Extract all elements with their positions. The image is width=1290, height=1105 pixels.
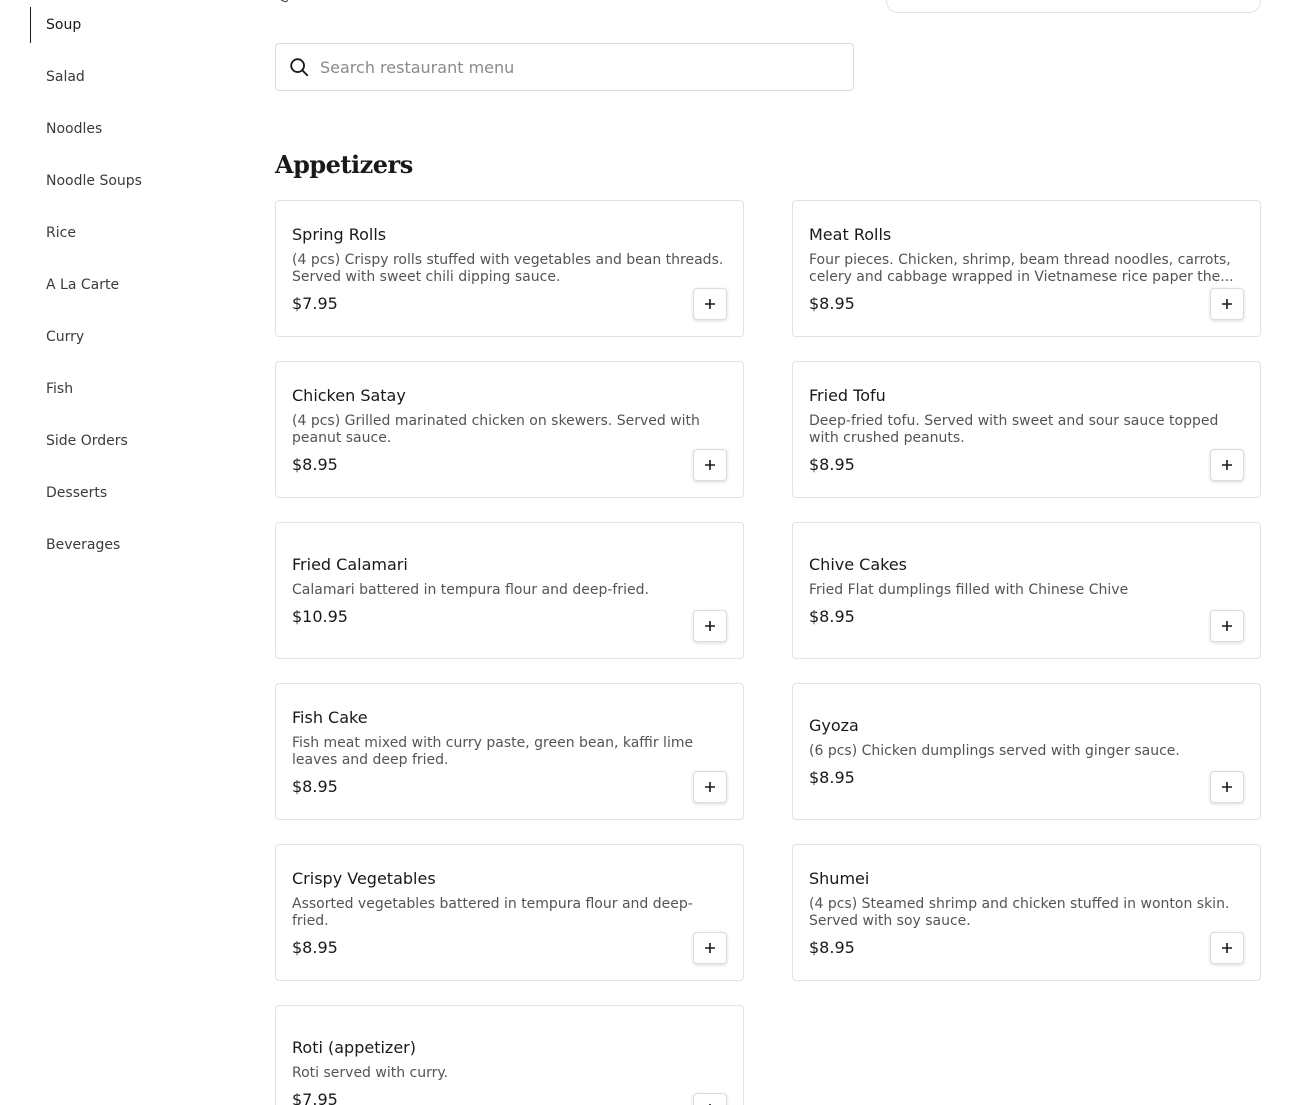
sidebar-item-label: Salad [46, 69, 85, 85]
item-price: $8.95 [292, 776, 338, 796]
info-card [886, 0, 1261, 13]
plus-icon [1222, 299, 1232, 309]
sidebar-item-beverages[interactable]: Beverages [30, 519, 230, 571]
add-item-button[interactable] [693, 449, 727, 481]
menu-item-card[interactable]: Roti (appetizer) Roti served with curry.… [275, 1005, 744, 1105]
sidebar-item-a-la-carte[interactable]: A La Carte [30, 259, 230, 311]
item-price: $7.95 [292, 1090, 338, 1105]
sidebar-item-rice[interactable]: Rice [30, 207, 230, 259]
item-description: Assorted vegetables battered in tempura … [292, 895, 693, 929]
menu-item-card[interactable]: Fish Cake Fish meat mixed with curry pas… [275, 683, 744, 820]
sidebar-item-label: Desserts [46, 485, 108, 501]
item-name: Fried Tofu [809, 385, 886, 405]
item-description: Four pieces. Chicken, shrimp, beam threa… [809, 251, 1234, 285]
plus-icon [1222, 943, 1232, 953]
sidebar-item-noodles[interactable]: Noodles [30, 103, 230, 155]
menu-grid: Spring Rolls (4 pcs) Crispy rolls stuffe… [275, 200, 1261, 1105]
phone-icon [280, 0, 289, 3]
menu-item-card[interactable]: Chicken Satay (4 pcs) Grilled marinated … [275, 361, 744, 498]
plus-icon [705, 782, 715, 792]
item-name: Fish Cake [292, 707, 368, 727]
item-description: Deep-fried tofu. Served with sweet and s… [809, 412, 1219, 446]
add-item-button[interactable] [1210, 932, 1244, 964]
plus-icon [705, 460, 715, 470]
item-description: (4 pcs) Grilled marinated chicken on ske… [292, 412, 700, 446]
item-name: Chicken Satay [292, 385, 406, 405]
sidebar-item-noodle-soups[interactable]: Noodle Soups [30, 155, 230, 207]
item-price: $8.95 [809, 293, 855, 313]
item-name: Fried Calamari [292, 555, 408, 574]
plus-icon [705, 299, 715, 309]
add-item-button[interactable] [693, 932, 727, 964]
plus-icon [1222, 621, 1232, 631]
plus-icon [705, 943, 715, 953]
sidebar-item-label: Rice [46, 225, 76, 241]
plus-icon [1222, 782, 1232, 792]
sidebar-item-label: Side Orders [46, 433, 128, 449]
search-icon [290, 58, 309, 77]
sidebar-item-desserts[interactable]: Desserts [30, 467, 230, 519]
item-price: $8.95 [809, 937, 855, 957]
item-description: (4 pcs) Steamed shrimp and chicken stuff… [809, 895, 1230, 929]
plus-icon [1222, 460, 1232, 470]
item-name: Chive Cakes [809, 555, 908, 574]
sidebar-item-curry[interactable]: Curry [30, 311, 230, 363]
item-name: Crispy Vegetables [292, 868, 436, 888]
add-item-button[interactable] [1210, 449, 1244, 481]
item-name: Gyoza [809, 716, 859, 735]
menu-item-card[interactable]: Shumei (4 pcs) Steamed shrimp and chicke… [792, 844, 1261, 981]
sidebar-item-soup[interactable]: Soup [30, 7, 230, 43]
contact-phone [276, 0, 290, 4]
menu-item-card[interactable]: Fried Tofu Deep-fried tofu. Served with … [792, 361, 1261, 498]
sidebar-item-label: Noodle Soups [46, 173, 142, 189]
sidebar-item-salad[interactable]: Salad [30, 51, 230, 103]
item-price: $8.95 [809, 454, 855, 474]
item-description: (6 pcs) Chicken dumplings served with gi… [809, 743, 1180, 759]
item-description: Roti served with curry. [292, 1065, 449, 1081]
plus-icon [705, 621, 715, 631]
sidebar-item-label: Curry [46, 329, 85, 345]
sidebar-item-side-orders[interactable]: Side Orders [30, 415, 230, 467]
section-title: Appetizers [275, 150, 413, 179]
add-item-button[interactable] [1210, 610, 1244, 642]
item-description: Fried Flat dumplings filled with Chinese… [809, 582, 1129, 598]
sidebar-item-label: Beverages [46, 537, 121, 553]
item-description: (4 pcs) Crispy rolls stuffed with vegeta… [292, 251, 724, 285]
add-item-button[interactable] [1210, 771, 1244, 803]
search-bar [275, 43, 854, 91]
item-price: $10.95 [292, 607, 348, 626]
item-price: $8.95 [292, 937, 338, 957]
sidebar-item-label: Noodles [46, 121, 103, 137]
add-item-button[interactable] [693, 1093, 727, 1105]
item-name: Shumei [809, 868, 870, 888]
item-name: Meat Rolls [809, 224, 892, 244]
add-item-button[interactable] [693, 771, 727, 803]
item-price: $8.95 [809, 768, 855, 787]
sidebar-item-label: A La Carte [46, 277, 120, 293]
menu-item-card[interactable]: Meat Rolls Four pieces. Chicken, shrimp,… [792, 200, 1261, 337]
search-input[interactable] [320, 57, 820, 77]
sidebar-item-fish[interactable]: Fish [30, 363, 230, 415]
sidebar-item-label: Fish [46, 381, 74, 397]
add-item-button[interactable] [693, 288, 727, 320]
item-description: Fish meat mixed with curry paste, green … [292, 734, 694, 768]
item-name: Spring Rolls [292, 224, 387, 244]
menu-item-card[interactable]: Chive Cakes Fried Flat dumplings filled … [792, 522, 1261, 659]
item-name: Roti (appetizer) [292, 1038, 416, 1057]
menu-item-card[interactable]: Crispy Vegetables Assorted vegetables ba… [275, 844, 744, 981]
menu-item-card[interactable]: Fried Calamari Calamari battered in temp… [275, 522, 744, 659]
category-sidebar: Soup Salad Noodles Noodle Soups Rice A L… [30, 7, 230, 571]
item-price: $8.95 [809, 607, 855, 626]
item-price: $7.95 [292, 293, 338, 313]
item-description: Calamari battered in tempura flour and d… [292, 582, 649, 598]
menu-item-card[interactable]: Gyoza (6 pcs) Chicken dumplings served w… [792, 683, 1261, 820]
add-item-button[interactable] [693, 610, 727, 642]
add-item-button[interactable] [1210, 288, 1244, 320]
menu-item-card[interactable]: Spring Rolls (4 pcs) Crispy rolls stuffe… [275, 200, 744, 337]
item-price: $8.95 [292, 454, 338, 474]
sidebar-item-label: Soup [46, 17, 82, 33]
